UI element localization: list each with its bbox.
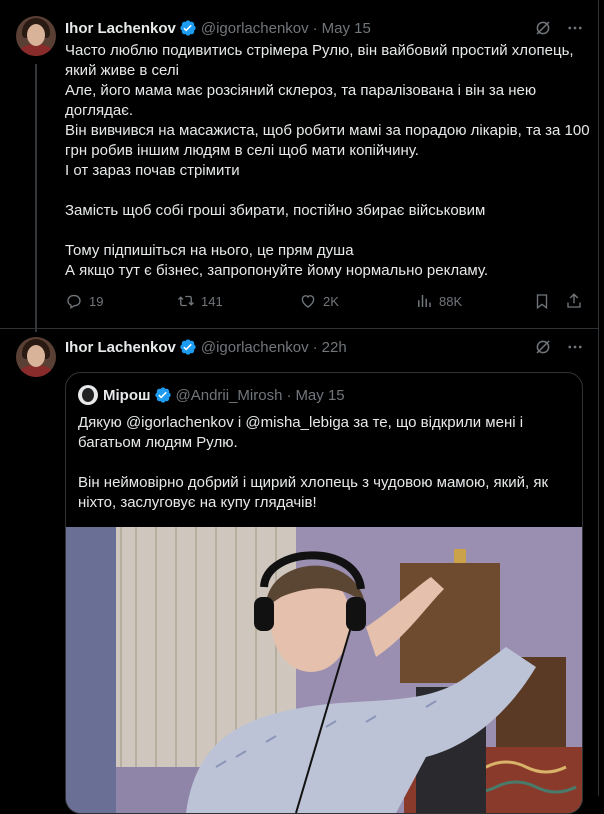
author-handle[interactable]: @Andrii_Mirosh xyxy=(176,387,283,404)
text-line: Він вивчився на масажиста, щоб робити ма… xyxy=(65,122,590,139)
more-icon[interactable] xyxy=(566,338,584,356)
quote-text: Дякую @igorlachenkov і @misha_lebiga за … xyxy=(78,413,570,513)
author-handle[interactable]: @igorlachenkov xyxy=(201,20,309,37)
text-fragment: і xyxy=(233,414,246,431)
mention-link[interactable]: @igorlachenkov xyxy=(126,414,234,431)
bookmark-button[interactable] xyxy=(533,292,551,310)
quoted-photo[interactable] xyxy=(66,527,582,813)
text-line: Тому підпишіться на нього, це прям душа xyxy=(65,242,354,259)
text-line: Але, його мама має розсіяний склероз, та… xyxy=(65,82,537,99)
timeline-column: Ihor Lachenkov @igorlachenkov · May 15 Ч… xyxy=(0,0,599,814)
separator-dot: · xyxy=(312,338,318,356)
text-fragment: за те, що відкрили мені і xyxy=(349,414,524,431)
avatar[interactable] xyxy=(78,385,98,405)
photo-image xyxy=(66,527,582,813)
bookmark-icon xyxy=(536,294,548,310)
text-line: багатьом людям Рулю. xyxy=(78,434,238,451)
text-line: грн робив іншим людям в селі щоб мати ко… xyxy=(65,142,419,159)
tweet-text: Часто люблю подивитись стрімера Рулю, ві… xyxy=(65,41,590,281)
like-button[interactable]: 2K xyxy=(299,292,339,310)
tweet-divider xyxy=(0,328,598,329)
grok-icon[interactable] xyxy=(534,338,552,356)
text-line: Дякую @igorlachenkov і @misha_lebiga за … xyxy=(78,413,570,433)
verified-icon xyxy=(180,20,196,36)
text-fragment: Дякую xyxy=(78,414,126,431)
separator-dot: · xyxy=(312,19,318,37)
tweet-top-actions xyxy=(534,19,584,37)
mention-link[interactable]: @misha_lebiga xyxy=(245,414,349,431)
share-button[interactable] xyxy=(565,292,583,310)
reply-icon xyxy=(67,294,81,309)
text-line: Замість щоб собі гроші збирати, постійно… xyxy=(65,202,486,219)
views-icon xyxy=(418,295,431,307)
text-line: А якщо тут є бізнес, запропонуйте йому н… xyxy=(65,262,489,279)
verified-icon xyxy=(154,387,171,403)
separator-dot: · xyxy=(286,386,292,404)
text-line: ніхто, заслуговує на купу глядачів! xyxy=(78,494,317,511)
like-count: 2K xyxy=(323,293,339,309)
avatar[interactable] xyxy=(16,337,56,377)
text-line: який живе в селі xyxy=(65,62,179,79)
like-icon xyxy=(301,295,315,308)
author-name[interactable]: Ihor Lachenkov xyxy=(65,339,176,356)
quote-header: Мірош @Andrii_Mirosh · May 15 xyxy=(78,385,345,405)
verified-icon xyxy=(180,339,196,355)
reply-button[interactable]: 19 xyxy=(65,292,103,310)
text-line: Він неймовірно добрий і щирий хлопець з … xyxy=(78,474,549,491)
more-icon[interactable] xyxy=(566,19,584,37)
author-handle[interactable]: @igorlachenkov xyxy=(201,339,309,356)
author-name[interactable]: Мірош xyxy=(103,387,151,404)
avatar[interactable] xyxy=(16,16,56,56)
tweet-header: Ihor Lachenkov @igorlachenkov · 22h xyxy=(65,337,347,357)
text-line: доглядає. xyxy=(65,102,134,119)
tweet-actions: 19 141 2K 88K xyxy=(65,292,585,312)
tweet-header: Ihor Lachenkov @igorlachenkov · May 15 xyxy=(65,18,371,38)
repost-icon xyxy=(178,295,194,307)
tweet-timestamp[interactable]: May 15 xyxy=(322,20,371,37)
repost-button[interactable]: 141 xyxy=(177,292,223,310)
author-name[interactable]: Ihor Lachenkov xyxy=(65,20,176,37)
tweet-timestamp[interactable]: May 15 xyxy=(295,387,344,404)
tweet-top-actions xyxy=(534,338,584,356)
quoted-tweet[interactable]: Мірош @Andrii_Mirosh · May 15 Дякую @igo… xyxy=(65,372,583,814)
repost-count: 141 xyxy=(201,293,223,309)
text-line: І от зараз почав стрімити xyxy=(65,162,240,179)
tweet-timestamp[interactable]: 22h xyxy=(322,339,347,356)
share-icon xyxy=(567,293,581,308)
views-button[interactable]: 88K xyxy=(415,292,462,310)
thread-connector-line xyxy=(35,64,37,332)
grok-icon[interactable] xyxy=(534,19,552,37)
text-line: Часто люблю подивитись стрімера Рулю, ві… xyxy=(65,42,574,59)
reply-count: 19 xyxy=(89,293,104,309)
views-count: 88K xyxy=(439,293,463,309)
